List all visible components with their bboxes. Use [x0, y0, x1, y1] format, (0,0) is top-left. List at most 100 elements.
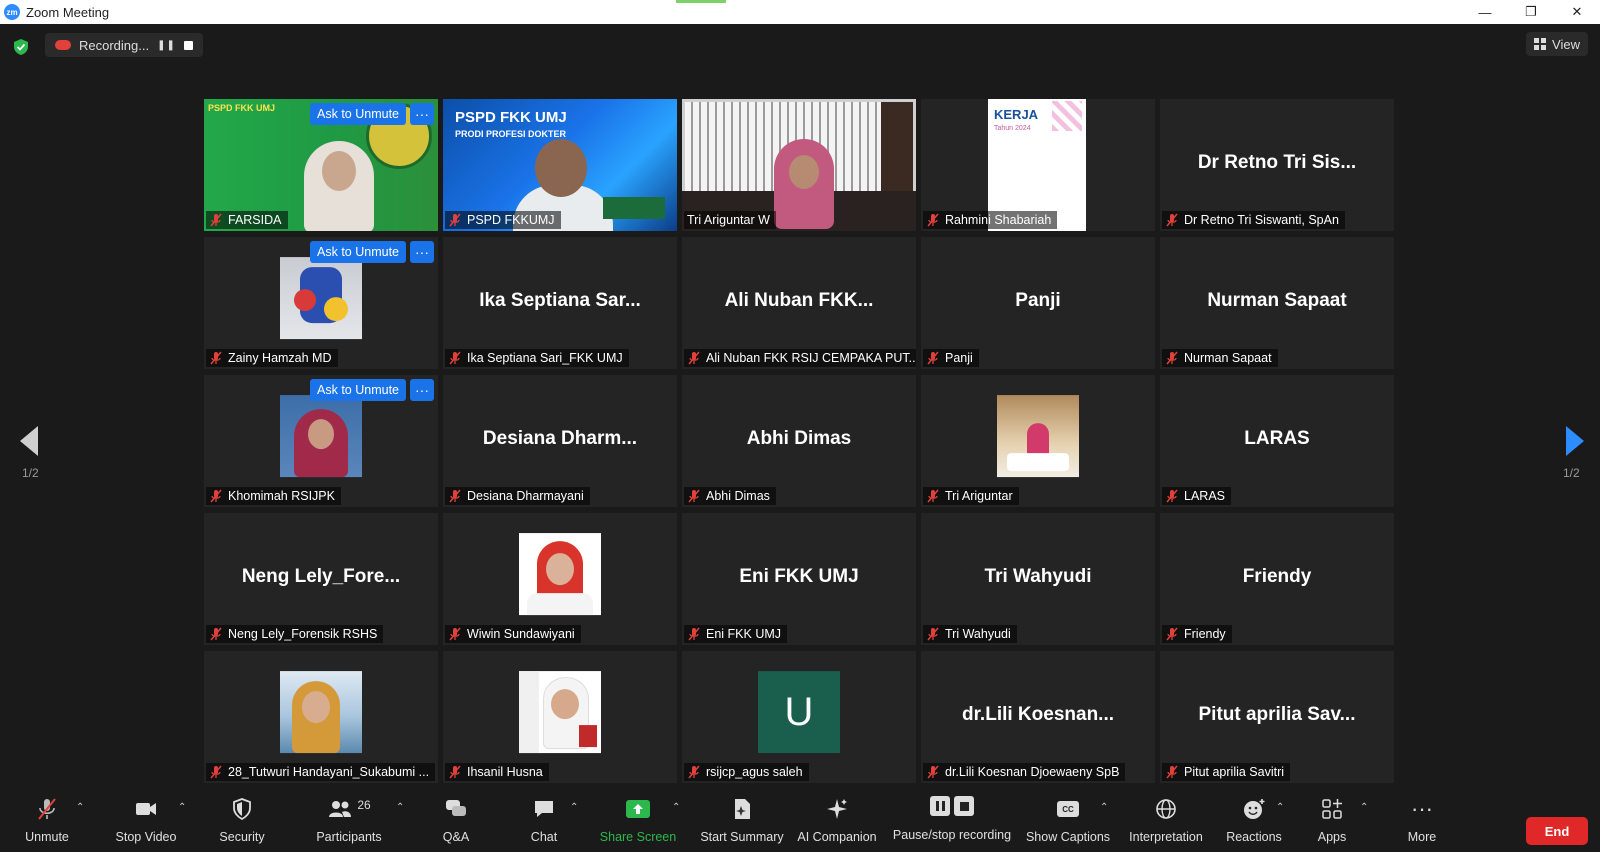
zoom-logo-icon: zm [4, 4, 20, 20]
security-shield-icon [233, 798, 251, 821]
participant-name-label: Abhi Dimas [684, 487, 776, 505]
more-button[interactable]: ··· More [1402, 788, 1442, 852]
captions-options-caret-icon[interactable]: ⌃ [1100, 802, 1108, 813]
participant-name-label: Wiwin Sundawiyani [445, 625, 581, 643]
participant-tile[interactable]: Panji Panji [921, 237, 1155, 369]
participant-display-name: Friendy [1242, 565, 1312, 587]
qa-button[interactable]: Q&A [436, 788, 476, 852]
recording-indicator[interactable]: Recording... ❚❚ [45, 33, 203, 57]
participant-name-label: Neng Lely_Forensik RSHS [206, 625, 384, 643]
participant-tile[interactable]: Eni FKK UMJ Eni FKK UMJ [682, 513, 916, 645]
participant-tile[interactable]: Ika Septiana Sar... Ika Septiana Sari_FK… [443, 237, 677, 369]
participant-tile[interactable]: KERJA Tahun 2024 Rahmini Shabariah [921, 99, 1155, 231]
participant-tile[interactable]: Abhi Dimas Abhi Dimas [682, 375, 916, 507]
participant-tile-active-speaker[interactable]: Tri Ariguntar W [682, 99, 916, 231]
emoji-reaction-icon [1244, 799, 1265, 819]
participant-tile[interactable]: Friendy Friendy [1160, 513, 1394, 645]
muted-mic-icon [688, 627, 700, 641]
minimize-button[interactable]: — [1462, 0, 1508, 24]
apps-button[interactable]: Apps [1312, 788, 1352, 852]
participant-name-label: Ihsanil Husna [445, 763, 549, 781]
profile-photo [519, 671, 601, 754]
more-options-button[interactable]: ··· [410, 379, 434, 401]
security-button[interactable]: Security [212, 788, 272, 852]
participant-name-label: rsijcp_agus saleh [684, 763, 809, 781]
participant-name-label: FARSIDA [206, 211, 288, 229]
screen-subtext: Tahun 2024 [994, 125, 1031, 132]
ai-companion-button[interactable]: AI Companion [794, 788, 880, 852]
stop-recording-icon[interactable] [183, 40, 193, 50]
audio-options-caret-icon[interactable]: ⌃ [76, 802, 84, 813]
participant-display-name: Neng Lely_Fore... [241, 565, 401, 587]
view-button[interactable]: View [1526, 32, 1588, 56]
participant-tile[interactable]: Ask to Unmute ··· Khomimah RSIJPK [204, 375, 438, 507]
participants-button[interactable]: 26 Participants [312, 788, 386, 852]
participant-display-name: Ali Nuban FKK... [724, 289, 874, 311]
show-captions-button[interactable]: CC Show Captions [1026, 788, 1110, 852]
video-camera-icon [136, 803, 156, 815]
share-screen-button[interactable]: Share Screen [598, 788, 678, 852]
participant-name-label: Panji [923, 349, 979, 367]
participant-display-name: Panji [1015, 289, 1061, 311]
chat-button[interactable]: Chat [524, 788, 564, 852]
share-options-caret-icon[interactable]: ⌃ [672, 802, 680, 813]
participant-tile[interactable]: Nurman Sapaat Nurman Sapaat [1160, 237, 1394, 369]
maximize-button[interactable]: ❐ [1508, 0, 1554, 24]
recording-controls-icon [930, 796, 974, 816]
muted-mic-icon [1166, 351, 1178, 365]
participant-name-label: LARAS [1162, 487, 1231, 505]
participant-tile[interactable]: Tri Ariguntar [921, 375, 1155, 507]
participant-tile[interactable]: Desiana Dharm... Desiana Dharmayani [443, 375, 677, 507]
participant-tile[interactable]: Ihsanil Husna [443, 651, 677, 783]
participants-options-caret-icon[interactable]: ⌃ [396, 802, 404, 813]
participant-display-name: Desiana Dharm... [482, 427, 638, 449]
profile-photo [280, 671, 362, 754]
participant-tile[interactable]: Pitut aprilia Sav... Pitut aprilia Savit… [1160, 651, 1394, 783]
participant-tile[interactable]: LARAS LARAS [1160, 375, 1394, 507]
end-meeting-button[interactable]: End [1526, 817, 1588, 845]
participant-name-label: Eni FKK UMJ [684, 625, 788, 643]
encryption-shield-icon[interactable] [12, 38, 30, 56]
participant-name-label: Khomimah RSIJPK [206, 487, 341, 505]
pause-recording-icon[interactable]: ❚❚ [157, 40, 176, 51]
apps-options-caret-icon[interactable]: ⌃ [1360, 802, 1368, 813]
previous-page-arrow-icon[interactable] [20, 426, 38, 456]
stop-video-button[interactable]: Stop Video [108, 788, 184, 852]
title-bar: zm Zoom Meeting — ❐ ✕ [0, 0, 1600, 24]
participant-tile[interactable]: Neng Lely_Fore... Neng Lely_Forensik RSH… [204, 513, 438, 645]
participant-tile[interactable]: Tri Wahyudi Tri Wahyudi [921, 513, 1155, 645]
captions-cc-icon: CC [1057, 801, 1079, 817]
screen-text: KERJA [994, 107, 1039, 122]
start-summary-button[interactable]: Start Summary [694, 788, 790, 852]
participant-tile[interactable]: Wiwin Sundawiyani [443, 513, 677, 645]
share-indicator-bar [676, 0, 726, 3]
participant-tile[interactable]: 28_Tutwuri Handayani_Sukabumi ... [204, 651, 438, 783]
close-button[interactable]: ✕ [1554, 0, 1600, 24]
participant-tile[interactable]: Ali Nuban FKK... Ali Nuban FKK RSIJ CEMP… [682, 237, 916, 369]
participant-tile[interactable]: U rsijcp_agus saleh [682, 651, 916, 783]
muted-mic-icon [927, 765, 939, 779]
muted-mic-icon [449, 351, 461, 365]
more-options-button[interactable]: ··· [410, 241, 434, 263]
reactions-button[interactable]: Reactions [1222, 788, 1286, 852]
next-page-arrow-icon[interactable] [1566, 426, 1584, 456]
interpretation-button[interactable]: Interpretation [1124, 788, 1208, 852]
muted-microphone-icon [38, 798, 56, 820]
participant-tile[interactable]: Ask to Unmute ··· Zainy Hamzah MD [204, 237, 438, 369]
ask-to-unmute-button[interactable]: Ask to Unmute [310, 103, 406, 125]
ask-to-unmute-button[interactable]: Ask to Unmute [310, 379, 406, 401]
more-options-button[interactable]: ··· [410, 103, 434, 125]
participant-tile[interactable]: PSPD FKK UMJ Ask to Unmute ··· FARSIDA [204, 99, 438, 231]
participant-tile[interactable]: dr.Lili Koesnan... dr.Lili Koesnan Djoew… [921, 651, 1155, 783]
participant-display-name: LARAS [1244, 427, 1310, 449]
muted-mic-icon [927, 489, 939, 503]
pause-stop-recording-button[interactable]: Pause/stop recording [890, 788, 1014, 852]
reactions-options-caret-icon[interactable]: ⌃ [1276, 802, 1284, 813]
video-options-caret-icon[interactable]: ⌃ [178, 802, 186, 813]
participant-display-name: Eni FKK UMJ [739, 565, 859, 587]
unmute-button[interactable]: Unmute [18, 788, 76, 852]
ask-to-unmute-button[interactable]: Ask to Unmute [310, 241, 406, 263]
participant-tile[interactable]: Dr Retno Tri Sis... Dr Retno Tri Siswant… [1160, 99, 1394, 231]
chat-options-caret-icon[interactable]: ⌃ [570, 802, 578, 813]
participant-tile[interactable]: PSPD FKK UMJ PRODI PROFESI DOKTER PSPD F… [443, 99, 677, 231]
